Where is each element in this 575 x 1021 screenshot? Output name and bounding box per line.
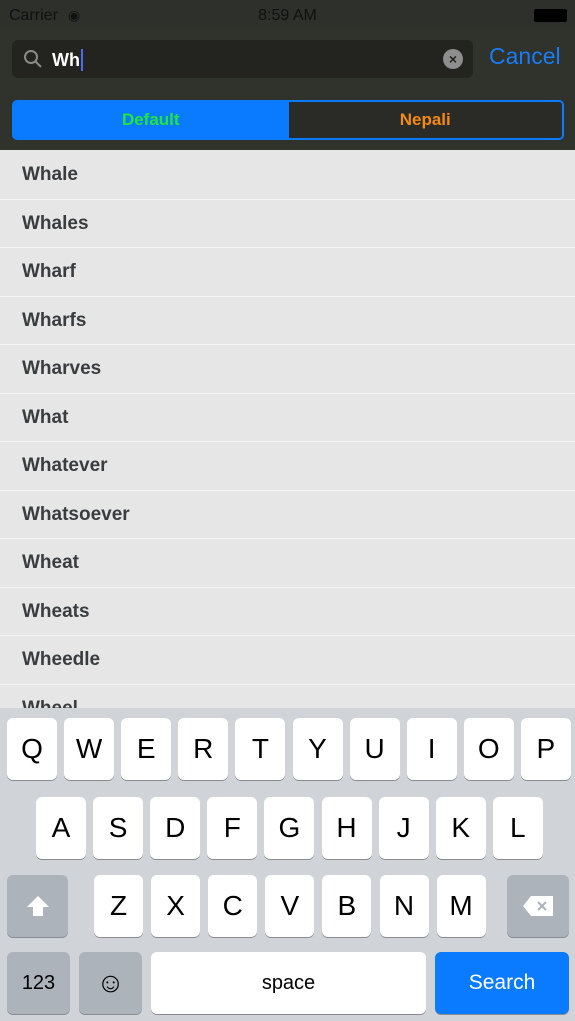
shift-key[interactable]: [7, 875, 68, 937]
key-m[interactable]: M: [436, 875, 486, 937]
keyboard: Q W E R T Y U I O P A S D F G H J K L Z X C V B N M 123 ☺ space Searc…: [0, 708, 575, 1021]
key-w[interactable]: W: [64, 718, 115, 780]
list-item[interactable]: Whale: [0, 151, 575, 200]
search-key[interactable]: Search: [435, 952, 569, 1014]
key-t[interactable]: T: [235, 718, 286, 780]
emoji-icon: ☺: [96, 967, 125, 998]
list-item[interactable]: Wheats: [0, 588, 575, 636]
list-item[interactable]: Wheedle: [0, 636, 575, 685]
key-y[interactable]: Y: [292, 718, 343, 780]
list-item[interactable]: What: [0, 394, 575, 442]
list-item[interactable]: Whales: [0, 200, 575, 248]
segment-nepali[interactable]: Nepali: [287, 102, 562, 138]
key-b[interactable]: B: [322, 875, 372, 937]
list-item[interactable]: Wheel: [0, 685, 575, 709]
key-x[interactable]: X: [151, 875, 201, 937]
cancel-button[interactable]: Cancel: [489, 43, 561, 70]
key-a[interactable]: A: [36, 797, 86, 859]
key-s[interactable]: S: [93, 797, 144, 859]
battery-icon: [534, 9, 567, 22]
backspace-key[interactable]: [507, 875, 569, 937]
list-item[interactable]: Wharfs: [0, 297, 575, 345]
numbers-key[interactable]: 123: [7, 952, 70, 1014]
key-f[interactable]: F: [207, 797, 258, 859]
list-item[interactable]: Wharf: [0, 248, 575, 297]
clear-icon[interactable]: ×: [443, 49, 463, 69]
key-i[interactable]: I: [406, 718, 457, 780]
key-h[interactable]: H: [321, 797, 372, 859]
status-time: 8:59 AM: [258, 7, 317, 24]
language-segmented-control: Default Nepali: [12, 100, 564, 140]
key-n[interactable]: N: [379, 875, 429, 937]
shift-icon: [26, 896, 49, 916]
key-e[interactable]: E: [121, 718, 172, 780]
key-z[interactable]: Z: [94, 875, 143, 937]
key-j[interactable]: J: [378, 797, 429, 859]
results-list: Whale Whales Wharf Wharfs Wharves What Whateve…: [0, 151, 575, 708]
search-icon: [24, 50, 42, 68]
key-v[interactable]: V: [265, 875, 315, 937]
list-item[interactable]: Wharves: [0, 345, 575, 394]
list-item[interactable]: Whatsoever: [0, 491, 575, 539]
key-u[interactable]: U: [349, 718, 400, 780]
key-k[interactable]: K: [435, 797, 486, 859]
key-q[interactable]: Q: [7, 718, 57, 780]
space-key[interactable]: space: [151, 952, 426, 1014]
key-r[interactable]: R: [178, 718, 229, 780]
key-g[interactable]: G: [264, 797, 315, 859]
search-input[interactable]: Wh ×: [12, 40, 473, 78]
key-l[interactable]: L: [492, 797, 543, 859]
list-item[interactable]: Wheat: [0, 539, 575, 588]
segment-default[interactable]: Default: [14, 102, 288, 138]
emoji-key[interactable]: ☺: [79, 952, 142, 1014]
backspace-icon: [523, 896, 553, 916]
status-bar: Carrier ◉ 8:59 AM: [0, 0, 575, 30]
key-c[interactable]: C: [208, 875, 258, 937]
key-o[interactable]: O: [463, 718, 514, 780]
key-d[interactable]: D: [150, 797, 201, 859]
search-value[interactable]: Wh: [52, 49, 83, 71]
list-item[interactable]: Whatever: [0, 442, 575, 491]
key-p[interactable]: P: [520, 718, 571, 780]
search-header: Wh × Cancel Default Nepali: [0, 30, 575, 150]
